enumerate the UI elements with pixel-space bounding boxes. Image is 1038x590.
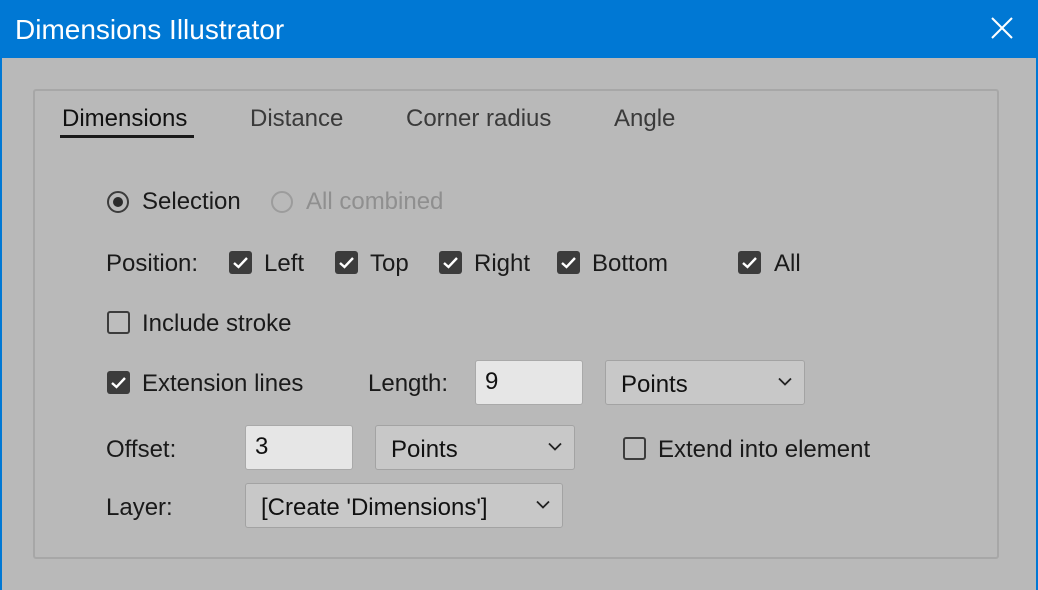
right-label: Right	[474, 250, 531, 277]
position-label: Position:	[106, 250, 199, 277]
all-checkbox[interactable]	[738, 251, 761, 274]
chevron-down-icon	[536, 500, 550, 509]
checkmark-icon	[561, 257, 576, 269]
extend-into-element-checkbox[interactable]	[623, 437, 646, 460]
layer-label: Layer:	[106, 494, 173, 521]
checkmark-icon	[443, 257, 458, 269]
offset-unit-dropdown[interactable]: Points	[375, 425, 575, 470]
top-checkbox[interactable]	[335, 251, 358, 274]
window-title: Dimensions Illustrator	[15, 14, 285, 45]
left-checkbox[interactable]	[229, 251, 252, 274]
close-icon	[991, 17, 1013, 39]
all-label: All	[774, 250, 801, 277]
close-button[interactable]	[966, 0, 1038, 58]
checkmark-icon	[339, 257, 354, 269]
checkmark-icon	[233, 257, 248, 269]
tab-dimensions[interactable]: Dimensions	[62, 105, 187, 133]
include-stroke-checkbox[interactable]	[107, 311, 130, 334]
title-bar: Dimensions Illustrator	[0, 0, 1038, 58]
offset-unit-value: Points	[391, 436, 458, 463]
extension-lines-label: Extension lines	[142, 370, 304, 397]
checkmark-icon	[742, 257, 757, 269]
length-unit-dropdown[interactable]: Points	[605, 360, 805, 405]
active-tab-indicator	[60, 135, 194, 138]
top-label: Top	[370, 250, 409, 277]
offset-label: Offset:	[106, 436, 177, 463]
offset-input[interactable]: 3	[245, 425, 353, 470]
selection-radio[interactable]	[107, 191, 129, 213]
extend-into-element-label: Extend into element	[658, 436, 871, 463]
tab-corner-radius[interactable]: Corner radius	[406, 105, 551, 133]
all-combined-label: All combined	[306, 188, 444, 215]
bottom-label: Bottom	[592, 250, 669, 277]
bottom-checkbox[interactable]	[557, 251, 580, 274]
length-label: Length:	[368, 370, 449, 397]
right-checkbox[interactable]	[439, 251, 462, 274]
tab-angle[interactable]: Angle	[614, 105, 675, 133]
checkmark-icon	[111, 377, 126, 389]
all-combined-radio[interactable]	[271, 191, 293, 213]
layer-value: [Create 'Dimensions']	[261, 494, 488, 521]
length-unit-value: Points	[621, 371, 688, 398]
include-stroke-label: Include stroke	[142, 310, 292, 337]
chevron-down-icon	[778, 377, 792, 386]
tab-distance[interactable]: Distance	[250, 105, 343, 133]
chevron-down-icon	[548, 442, 562, 451]
dialog-body: Dimensions Distance Corner radius Angle …	[2, 58, 1036, 590]
extension-lines-checkbox[interactable]	[107, 371, 130, 394]
length-input[interactable]: 9	[475, 360, 583, 405]
selection-label: Selection	[142, 188, 241, 215]
layer-dropdown[interactable]: [Create 'Dimensions']	[245, 483, 563, 528]
left-label: Left	[264, 250, 305, 277]
